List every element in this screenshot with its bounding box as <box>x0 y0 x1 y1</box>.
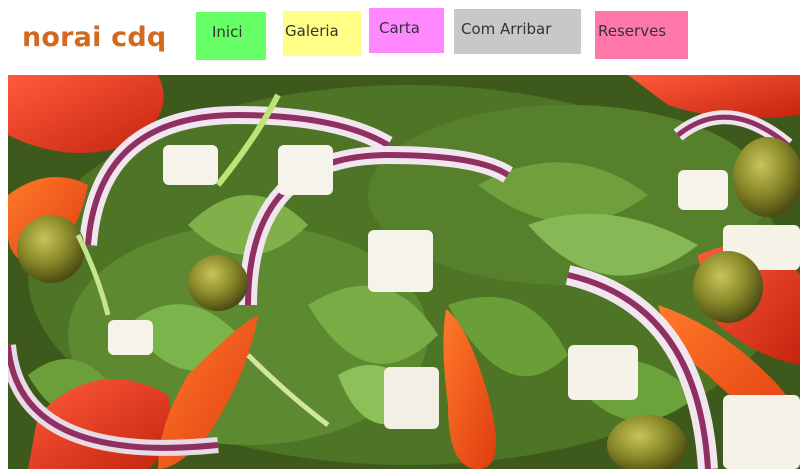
nav-galeria-button[interactable]: Galeria <box>283 11 361 56</box>
nav-inici-button[interactable]: Inici <box>196 12 266 60</box>
site-header: norai cdq Inici Galeria Carta Com Arriba… <box>0 0 800 75</box>
site-logo-text: norai cdq <box>22 22 167 53</box>
nav-carta-button[interactable]: Carta <box>369 8 444 53</box>
salad-hero-image <box>8 75 800 469</box>
salad-illustration <box>8 75 800 469</box>
nav-com-arribar-button[interactable]: Com Arribar <box>454 9 581 54</box>
nav-reserves-button[interactable]: Reserves <box>595 11 688 59</box>
